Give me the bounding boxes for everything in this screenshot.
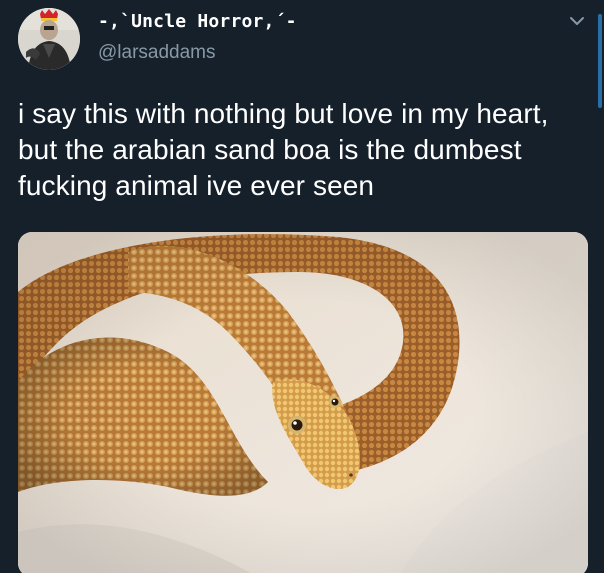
- scrollbar[interactable]: [598, 14, 602, 108]
- tweet-media-photo[interactable]: [18, 232, 588, 573]
- user-handle[interactable]: @larsaddams: [98, 42, 216, 64]
- tweet-card: -,`Uncle Horror,´- @larsaddams i say thi…: [0, 0, 604, 573]
- chevron-down-icon[interactable]: [566, 10, 588, 32]
- tweet-text: i say this with nothing but love in my h…: [18, 98, 549, 201]
- avatar[interactable]: [18, 8, 80, 70]
- sand-boa-photo: [18, 232, 588, 573]
- avatar-image: [18, 8, 80, 70]
- display-name[interactable]: -,`Uncle Horror,´-: [98, 11, 297, 32]
- display-name-row: -,`Uncle Horror,´-: [98, 8, 297, 34]
